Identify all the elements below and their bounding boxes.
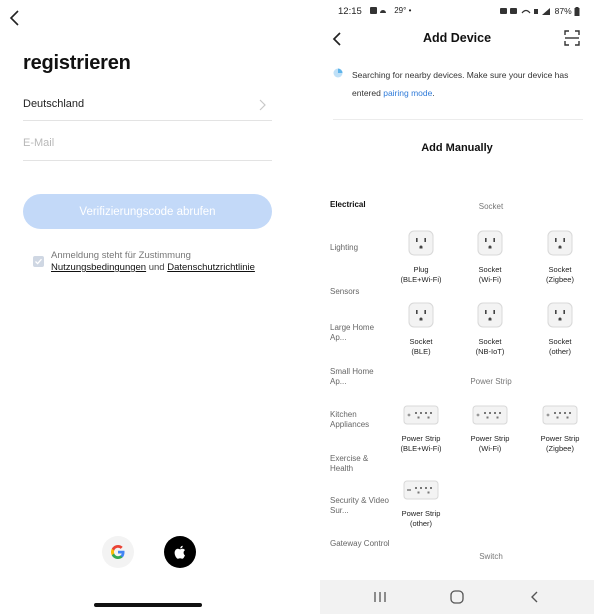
device-sub: (BLE) — [411, 347, 431, 356]
consent-text: Anmeldung steht für Zustimmung Nutzungsb… — [51, 250, 291, 274]
power-strip-icon — [542, 405, 578, 425]
section-title-power-strip: Power Strip — [470, 377, 512, 386]
status-weather: 29° • — [370, 6, 411, 15]
register-screen: registrieren Deutschland Verifizierungsc… — [0, 0, 290, 614]
socket-icon — [477, 230, 503, 256]
device-strip-zigbee[interactable]: Power Strip (Zigbee) — [525, 405, 594, 454]
device-sub: (BLE+Wi-Fi) — [400, 275, 442, 284]
category-large-home-appliances[interactable]: Large Home Ap... — [330, 323, 390, 343]
nav-back-icon[interactable] — [523, 586, 547, 608]
consent-line1: Anmeldung steht für Zustimmung — [51, 250, 191, 261]
home-icon[interactable] — [445, 586, 469, 608]
divider — [333, 119, 583, 120]
device-name: Power Strip — [470, 434, 510, 443]
status-weather-temp: 29° — [394, 6, 407, 15]
device-strip-ble-wifi[interactable]: Power Strip (BLE+Wi-Fi) — [386, 405, 456, 454]
device-strip-wifi[interactable]: Power Strip (Wi-Fi) — [455, 405, 525, 454]
scan-icon[interactable] — [564, 30, 580, 46]
device-sub: (other) — [548, 347, 572, 356]
notice-text: Searching for nearby devices. Make sure … — [352, 66, 592, 102]
get-verification-code-button[interactable]: Verifizierungscode abrufen — [23, 194, 272, 229]
country-value: Deutschland — [23, 98, 85, 110]
apple-login-button[interactable] — [164, 536, 196, 568]
category-gateway-control[interactable]: Gateway Control — [330, 539, 390, 549]
country-selector[interactable]: Deutschland — [23, 93, 272, 121]
device-socket-nbiot[interactable]: Socket (NB-IoT) — [455, 302, 525, 357]
status-dot: • — [408, 6, 412, 15]
device-socket-ble[interactable]: Socket (BLE) — [386, 302, 456, 357]
device-name: Socket — [548, 337, 572, 346]
category-exercise-health[interactable]: Exercise & Health — [330, 454, 390, 474]
category-kitchen-appliances[interactable]: Kitchen Appliances — [330, 410, 390, 430]
email-field-row — [23, 133, 272, 161]
check-icon — [35, 258, 42, 265]
device-socket-other[interactable]: Socket (other) — [525, 302, 594, 357]
device-socket-wifi[interactable]: Socket (Wi-Fi) — [455, 230, 525, 285]
status-battery-level: 87% — [554, 6, 572, 16]
device-name: Socket — [409, 337, 433, 346]
device-name: Power Strip — [401, 509, 441, 518]
device-sub: (other) — [409, 519, 433, 528]
device-plug-ble-wifi[interactable]: Plug (BLE+Wi-Fi) — [386, 230, 456, 285]
category-security-video[interactable]: Security & Video Sur... — [330, 496, 390, 516]
add-manually-heading: Add Manually — [421, 142, 493, 154]
screenshot-root: registrieren Deutschland Verifizierungsc… — [0, 0, 594, 614]
recent-apps-icon[interactable] — [368, 586, 392, 608]
device-sub: (Wi-Fi) — [478, 444, 502, 453]
socket-icon — [547, 302, 573, 328]
status-signal-icons — [500, 8, 551, 16]
apple-icon — [174, 545, 185, 559]
device-sub: (Zigbee) — [546, 275, 574, 284]
socket-icon — [408, 230, 434, 256]
email-field[interactable] — [23, 137, 263, 149]
device-name: Power Strip — [401, 434, 441, 443]
terms-link[interactable]: Nutzungsbedingungen — [51, 262, 146, 273]
category-electrical[interactable]: Electrical — [330, 200, 390, 210]
device-name: Plug — [413, 265, 429, 274]
consent-and: und — [148, 262, 165, 273]
pairing-mode-link[interactable]: pairing mode — [383, 88, 432, 98]
device-strip-other[interactable]: Power Strip (other) — [386, 480, 456, 529]
searching-radar-icon — [333, 68, 343, 78]
privacy-link[interactable]: Datenschutzrichtlinie — [167, 262, 255, 273]
page-title: Add Device — [422, 31, 492, 45]
chevron-right-icon — [259, 99, 266, 111]
power-strip-icon — [403, 405, 439, 425]
socket-icon — [408, 302, 434, 328]
section-title-socket: Socket — [478, 202, 504, 211]
back-arrow-icon[interactable] — [6, 8, 24, 28]
device-name: Socket — [478, 265, 502, 274]
device-socket-zigbee[interactable]: Socket (Zigbee) — [525, 230, 594, 285]
notice-end: . — [432, 88, 435, 98]
status-time: 12:15 — [338, 6, 362, 17]
consent-checkbox[interactable] — [33, 256, 44, 267]
google-icon — [111, 545, 125, 559]
device-sub: (Wi-Fi) — [478, 275, 502, 284]
category-lighting[interactable]: Lighting — [330, 243, 390, 253]
status-right-icons: 87% — [500, 6, 580, 17]
device-sub: (Zigbee) — [546, 444, 574, 453]
device-name: Socket — [548, 265, 572, 274]
category-small-home-appliances[interactable]: Small Home Ap... — [330, 367, 390, 387]
power-strip-icon — [403, 480, 439, 500]
google-login-button[interactable] — [102, 536, 134, 568]
add-device-screen: 12:15 29° • 87% Add Device Searching for… — [320, 0, 594, 614]
section-title-switch: Switch — [479, 552, 503, 561]
header-bar: Add Device — [320, 26, 594, 52]
socket-icon — [547, 230, 573, 256]
battery-icon — [574, 7, 580, 17]
device-sub: (NB-IoT) — [475, 347, 505, 356]
page-title: registrieren — [23, 52, 131, 74]
home-indicator[interactable] — [94, 603, 202, 607]
power-strip-icon — [472, 405, 508, 425]
status-bar: 12:15 29° • 87% — [320, 0, 594, 22]
device-name: Socket — [478, 337, 502, 346]
status-notification-icons — [370, 7, 386, 15]
socket-icon — [477, 302, 503, 328]
device-name: Power Strip — [540, 434, 580, 443]
category-sensors[interactable]: Sensors — [330, 287, 390, 297]
device-sub: (BLE+Wi-Fi) — [400, 444, 442, 453]
android-nav-bar — [320, 580, 594, 614]
